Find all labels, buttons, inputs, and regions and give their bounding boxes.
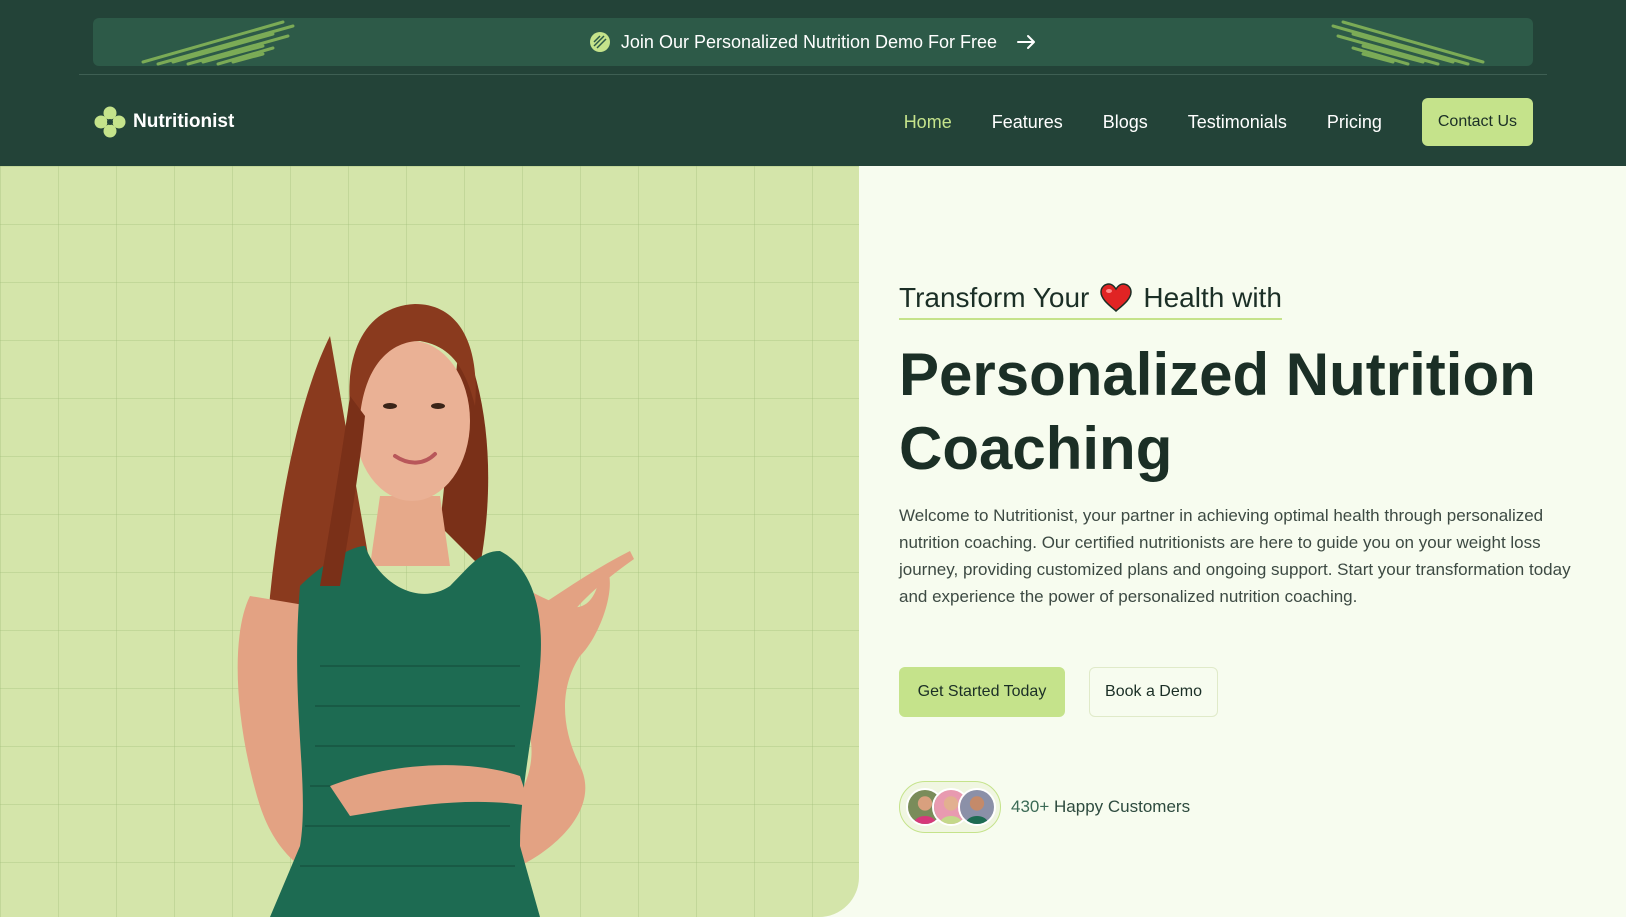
customers-label: Happy Customers bbox=[1054, 797, 1191, 816]
hero-section: Transform Your Health with Personalized … bbox=[0, 166, 1626, 917]
contact-us-button[interactable]: Contact Us bbox=[1421, 98, 1533, 146]
tagline-part2: Health with bbox=[1143, 282, 1282, 313]
hero-content: Transform Your Health with Personalized … bbox=[899, 166, 1589, 917]
hero-photo bbox=[237, 304, 634, 917]
tagline-part1: Transform Your bbox=[899, 282, 1090, 313]
nav-item-pricing[interactable]: Pricing bbox=[1327, 112, 1382, 133]
decorative-stripes-right bbox=[1331, 20, 1485, 66]
hero-description: Welcome to Nutritionist, your partner in… bbox=[899, 506, 1571, 606]
main-nav: Nutritionist Home Features Blogs Testimo… bbox=[93, 98, 1533, 146]
hero-headline: Personalized Nutrition Coaching bbox=[899, 341, 1536, 482]
leaf-badge-icon bbox=[589, 32, 610, 52]
customers-text: 430+ Happy Customers bbox=[1011, 797, 1190, 817]
get-started-button[interactable]: Get Started Today bbox=[899, 667, 1065, 717]
nav-item-features[interactable]: Features bbox=[992, 112, 1063, 133]
avatar bbox=[958, 788, 996, 826]
page: Join Our Personalized Nutrition Demo For… bbox=[0, 0, 1626, 917]
heart-icon bbox=[1100, 283, 1133, 312]
hero-tagline: Transform Your Health with bbox=[899, 282, 1282, 320]
book-demo-button[interactable]: Book a Demo bbox=[1089, 667, 1218, 717]
clover-icon bbox=[94, 106, 126, 138]
nav-item-testimonials[interactable]: Testimonials bbox=[1188, 112, 1287, 133]
customer-avatars bbox=[899, 781, 1001, 833]
site-header: Join Our Personalized Nutrition Demo For… bbox=[0, 0, 1626, 166]
nav-item-blogs[interactable]: Blogs bbox=[1103, 112, 1148, 133]
customers-count: 430+ bbox=[1011, 797, 1050, 816]
nav-menu: Home Features Blogs Testimonials Pricing… bbox=[864, 98, 1533, 146]
header-divider bbox=[79, 74, 1547, 75]
logo[interactable]: Nutritionist bbox=[93, 105, 234, 139]
hero-image-panel bbox=[0, 166, 859, 917]
announcement-text[interactable]: Join Our Personalized Nutrition Demo For… bbox=[621, 32, 997, 53]
nav-item-home[interactable]: Home bbox=[904, 112, 952, 133]
logo-text: Nutritionist bbox=[133, 111, 235, 132]
happy-customers: 430+ Happy Customers bbox=[899, 781, 1190, 833]
announcement-bar[interactable]: Join Our Personalized Nutrition Demo For… bbox=[93, 18, 1533, 66]
arrow-right-icon[interactable] bbox=[1015, 31, 1037, 53]
decorative-stripes-left bbox=[141, 20, 295, 66]
announcement-content[interactable]: Join Our Personalized Nutrition Demo For… bbox=[589, 31, 1037, 53]
